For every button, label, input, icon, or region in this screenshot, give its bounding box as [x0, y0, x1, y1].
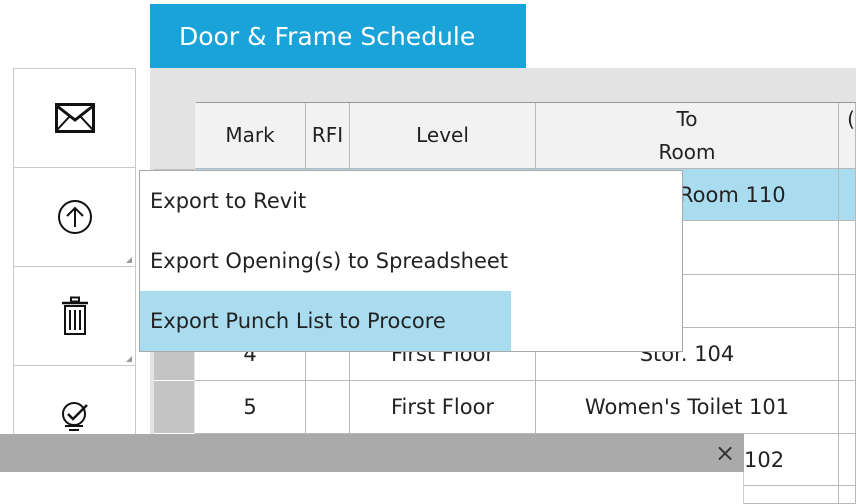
- table-cell-next[interactable]: [839, 434, 856, 486]
- bottom-panel-header: ×: [0, 434, 744, 472]
- menu-item-export-punch-list-to-procore[interactable]: Export Punch List to Procore: [140, 291, 511, 351]
- table-cell-to-room[interactable]: 102: [744, 434, 839, 486]
- column-header-level[interactable]: Level: [350, 103, 536, 169]
- column-header-label: RFI: [311, 123, 344, 147]
- submenu-indicator: [126, 356, 132, 362]
- settings-check-icon: [61, 401, 88, 431]
- row-handle[interactable]: [154, 381, 194, 434]
- tab-title: Door & Frame Schedule: [179, 21, 476, 51]
- email-button[interactable]: [14, 69, 135, 168]
- column-header-mark[interactable]: Mark: [195, 103, 306, 169]
- table-cell-next[interactable]: [839, 169, 856, 221]
- export-button[interactable]: [14, 168, 135, 267]
- column-header-to-room[interactable]: To Room: [536, 103, 839, 169]
- table-cell-next[interactable]: [839, 486, 856, 504]
- column-header-rfi[interactable]: RFI: [306, 103, 350, 169]
- table-cell-rfi[interactable]: [306, 381, 350, 434]
- side-toolbar: [13, 68, 136, 438]
- tab-door-frame-schedule[interactable]: Door & Frame Schedule: [150, 4, 526, 68]
- upload-icon: [57, 200, 92, 234]
- column-header-next[interactable]: (: [839, 103, 856, 169]
- table-cell-mark[interactable]: 5: [195, 381, 306, 434]
- column-header-label: (: [847, 107, 855, 131]
- close-icon: ×: [714, 439, 736, 467]
- table-cell-next[interactable]: [839, 328, 856, 381]
- submenu-indicator: [126, 257, 132, 263]
- export-menu: Export to Revit Export Opening(s) to Spr…: [139, 170, 683, 352]
- column-header-label: Level: [416, 123, 469, 147]
- table-cell-next[interactable]: [839, 275, 856, 328]
- table-cell-level[interactable]: First Floor: [350, 381, 536, 434]
- delete-button[interactable]: [14, 267, 135, 366]
- column-header-label: Room: [658, 139, 716, 164]
- envelope-icon: [54, 103, 95, 133]
- column-header-label: To: [676, 106, 698, 131]
- menu-item-export-to-revit[interactable]: Export to Revit: [140, 171, 680, 231]
- table-cell-to-room[interactable]: Women's Toilet 101: [536, 381, 839, 434]
- trash-icon: [61, 296, 88, 335]
- table-cell-next[interactable]: [839, 381, 856, 434]
- table-cell-to-room[interactable]: [744, 486, 839, 504]
- menu-item-export-openings-to-spreadsheet[interactable]: Export Opening(s) to Spreadsheet: [140, 231, 680, 291]
- table-cell-next[interactable]: [839, 221, 856, 275]
- bottom-panel-body: [0, 472, 744, 504]
- close-button[interactable]: ×: [708, 436, 742, 470]
- column-header-label: Mark: [225, 123, 275, 147]
